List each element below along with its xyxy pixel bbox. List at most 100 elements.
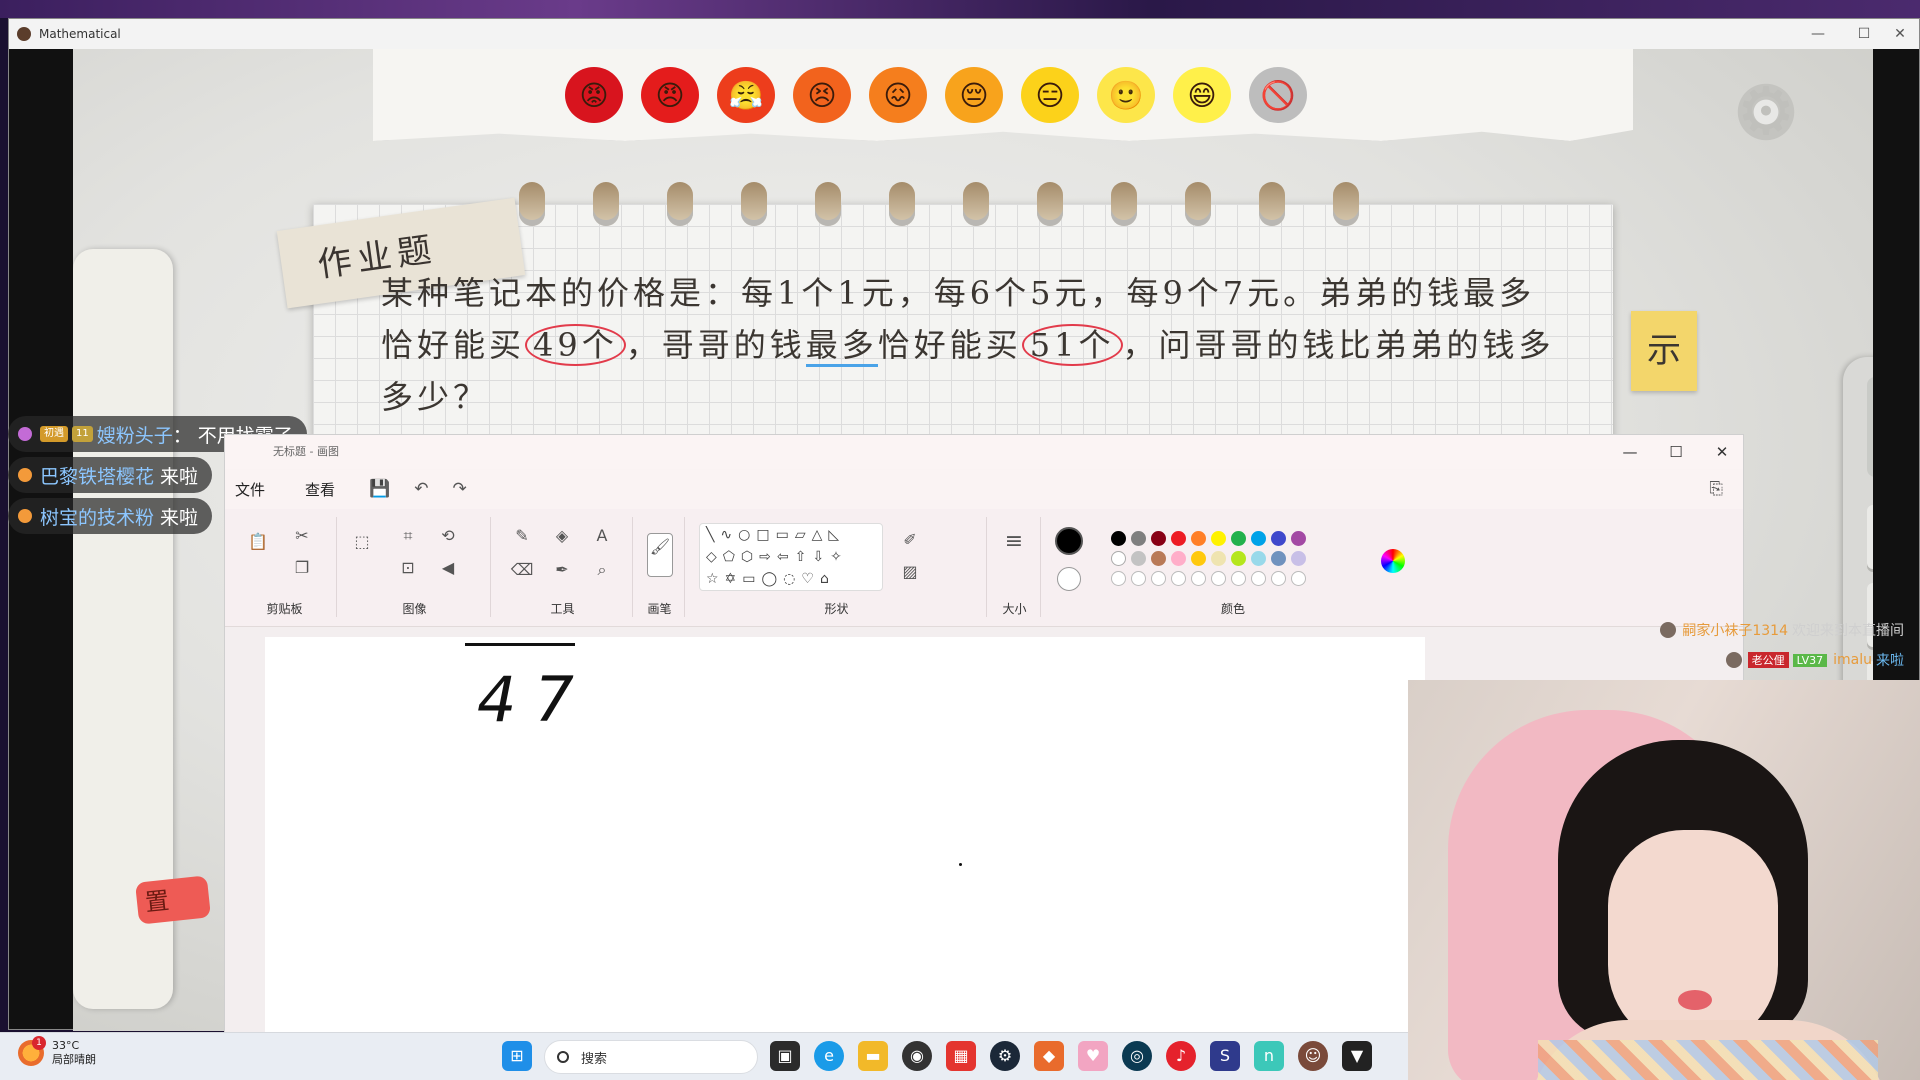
undo-icon[interactable]: ↶ xyxy=(402,479,440,499)
palette-color-swatch[interactable] xyxy=(1271,531,1286,546)
chat-username[interactable]: 巴黎铁塔樱花 xyxy=(40,462,154,489)
vpn-app-icon[interactable]: ▼ xyxy=(1342,1041,1372,1071)
magnifier-icon[interactable]: ⌕ xyxy=(589,557,615,583)
file-explorer-icon[interactable]: ▬ xyxy=(858,1041,888,1071)
problem-text: 某种笔记本的价格是：每1个1元，每6个5元，每9个7元。弟弟的钱最多 恰好能买 4… xyxy=(381,267,1581,423)
palette-color-swatch[interactable] xyxy=(1211,551,1226,566)
empty-color-slot[interactable] xyxy=(1211,571,1226,586)
empty-color-slot[interactable] xyxy=(1191,571,1206,586)
empty-color-slot[interactable] xyxy=(1291,571,1306,586)
empty-color-slot[interactable] xyxy=(1151,571,1166,586)
eraser-icon[interactable]: ⌫ xyxy=(509,557,535,583)
minimize-button[interactable]: — xyxy=(1795,19,1841,49)
empty-color-slot[interactable] xyxy=(1271,571,1286,586)
palette-color-swatch[interactable] xyxy=(1251,531,1266,546)
teal-app-icon[interactable]: ◎ xyxy=(1122,1041,1152,1071)
avatar-app-icon[interactable]: ☺ xyxy=(1298,1041,1328,1071)
obs-icon[interactable]: ◉ xyxy=(902,1041,932,1071)
select-icon[interactable]: ⬚ xyxy=(349,529,375,555)
palette-color-swatch[interactable] xyxy=(1171,531,1186,546)
empty-color-slot[interactable] xyxy=(1171,571,1186,586)
shapes-gallery[interactable]: ╲∿○□▭▱△◺ ◇⬠⬡⇨⇦⇧⇩✧ ☆✡▭◯◌♡⌂ xyxy=(699,523,883,591)
settings-gear-icon[interactable] xyxy=(1733,73,1799,150)
palette-color-swatch[interactable] xyxy=(1131,551,1146,566)
palette-color-swatch[interactable] xyxy=(1151,531,1166,546)
taskbar-search[interactable]: 搜索 xyxy=(544,1040,758,1074)
flip-icon[interactable]: ◀ xyxy=(435,555,461,581)
game-icon[interactable]: ◆ xyxy=(1034,1041,1064,1071)
paste-icon[interactable]: 📋 xyxy=(245,529,271,555)
color-1-swatch[interactable] xyxy=(1055,527,1083,555)
cut-icon[interactable]: ✂ xyxy=(289,523,315,549)
start-windows-icon[interactable]: ⊞ xyxy=(502,1041,532,1071)
emoji-rating-8[interactable]: 🙂 xyxy=(1097,67,1155,123)
close-button[interactable]: ✕ xyxy=(1877,19,1920,49)
palette-color-swatch[interactable] xyxy=(1191,531,1206,546)
menu-file[interactable]: 文件 xyxy=(225,479,275,500)
color-picker-icon[interactable]: ✒ xyxy=(549,557,575,583)
weather-widget[interactable]: 1 33°C 局部晴朗 xyxy=(18,1036,96,1067)
text-icon[interactable]: A xyxy=(589,523,615,549)
outline-icon[interactable]: ✐ xyxy=(897,527,923,553)
palette-color-swatch[interactable] xyxy=(1111,531,1126,546)
chat-username[interactable]: 树宝的技术粉 xyxy=(40,503,154,530)
color-2-swatch[interactable] xyxy=(1057,567,1081,591)
calc-key-plus[interactable]: + xyxy=(1867,505,1873,569)
emoji-rating-7[interactable]: 😑 xyxy=(1021,67,1079,123)
close-button[interactable]: ✕ xyxy=(1699,435,1745,469)
emoji-rating-disabled[interactable]: 🚫 xyxy=(1249,67,1307,123)
empty-color-slot[interactable] xyxy=(1251,571,1266,586)
palette-color-swatch[interactable] xyxy=(1291,531,1306,546)
palette-color-swatch[interactable] xyxy=(1291,551,1306,566)
palette-color-swatch[interactable] xyxy=(1111,551,1126,566)
drawing-canvas[interactable]: 47 xyxy=(265,637,1425,1035)
emoji-rating-1[interactable]: 😡 xyxy=(565,67,623,123)
empty-color-slot[interactable] xyxy=(1111,571,1126,586)
nb-app-icon[interactable]: n xyxy=(1254,1041,1284,1071)
emoji-rating-9[interactable]: 😄 xyxy=(1173,67,1231,123)
emoji-rating-5[interactable]: 😖 xyxy=(869,67,927,123)
settings-stamp[interactable]: 置 xyxy=(135,875,211,925)
ring-icon xyxy=(1259,182,1285,226)
emoji-rating-4[interactable]: 😣 xyxy=(793,67,851,123)
task-view-icon[interactable]: ▣ xyxy=(770,1041,800,1071)
emoji-rating-6[interactable]: 😔 xyxy=(945,67,1003,123)
share-icon[interactable]: ⎘ xyxy=(1697,479,1735,499)
fill-icon[interactable]: ◈ xyxy=(549,523,575,549)
hint-button[interactable]: 示 xyxy=(1631,311,1697,391)
emoji-rating-2[interactable]: 😠 xyxy=(641,67,699,123)
redo-icon[interactable]: ↷ xyxy=(440,479,478,499)
brush-icon[interactable]: 🖌 xyxy=(647,533,673,577)
edit-colors-icon[interactable] xyxy=(1381,549,1405,573)
resize-icon[interactable]: ⊡ xyxy=(395,555,421,581)
palette-color-swatch[interactable] xyxy=(1231,551,1246,566)
palette-color-swatch[interactable] xyxy=(1131,531,1146,546)
pink-app-icon[interactable]: ♥ xyxy=(1078,1041,1108,1071)
palette-color-swatch[interactable] xyxy=(1271,551,1286,566)
se-app-icon[interactable]: S xyxy=(1210,1041,1240,1071)
palette-color-swatch[interactable] xyxy=(1251,551,1266,566)
palette-color-swatch[interactable] xyxy=(1171,551,1186,566)
palette-color-swatch[interactable] xyxy=(1191,551,1206,566)
palette-color-swatch[interactable] xyxy=(1211,531,1226,546)
menu-view[interactable]: 查看 xyxy=(295,479,345,500)
netease-music-icon[interactable]: ♪ xyxy=(1166,1041,1196,1071)
steam-icon[interactable]: ⚙ xyxy=(990,1041,1020,1071)
rotate-icon[interactable]: ⟲ xyxy=(435,523,461,549)
emoji-rating-3[interactable]: 😤 xyxy=(717,67,775,123)
minimize-button[interactable]: — xyxy=(1607,435,1653,469)
maximize-button[interactable]: ☐ xyxy=(1653,435,1699,469)
empty-color-slot[interactable] xyxy=(1231,571,1246,586)
pencil-icon[interactable]: ✎ xyxy=(509,523,535,549)
fill-shape-icon[interactable]: ▨ xyxy=(897,559,923,585)
red-app-icon[interactable]: ▦ xyxy=(946,1041,976,1071)
palette-color-swatch[interactable] xyxy=(1231,531,1246,546)
edge-browser-icon[interactable]: e xyxy=(814,1041,844,1071)
copy-icon[interactable]: ❐ xyxy=(289,555,315,581)
empty-color-slot[interactable] xyxy=(1131,571,1146,586)
line-size-icon[interactable]: ≡ xyxy=(1001,529,1027,555)
chat-username[interactable]: 嫂粉头子 xyxy=(97,421,173,448)
palette-color-swatch[interactable] xyxy=(1151,551,1166,566)
crop-icon[interactable]: ⌗ xyxy=(395,523,421,549)
save-icon[interactable]: 💾 xyxy=(357,479,402,499)
